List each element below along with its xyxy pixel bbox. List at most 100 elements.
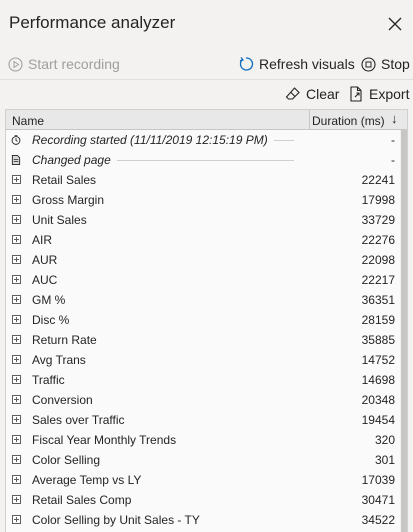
- expand-icon[interactable]: [12, 315, 21, 324]
- table-row[interactable]: Fiscal Year Monthly Trends 320: [6, 430, 407, 450]
- export-icon: [350, 86, 362, 102]
- close-button[interactable]: [384, 13, 406, 35]
- table-row[interactable]: Recording started (11/11/2019 12:15:19 P…: [6, 130, 407, 150]
- sort-descending-icon[interactable]: ↓: [391, 111, 398, 126]
- clear-button[interactable]: Clear: [285, 82, 339, 106]
- page-icon: [11, 155, 21, 165]
- row-name: Color Selling: [32, 453, 101, 467]
- expand-icon[interactable]: [12, 415, 21, 424]
- export-button[interactable]: Export: [349, 82, 409, 106]
- row-name: Average Temp vs LY: [32, 473, 142, 487]
- table-row[interactable]: GM % 36351: [6, 290, 407, 310]
- expand-icon[interactable]: [12, 295, 21, 304]
- expand-icon[interactable]: [12, 475, 21, 484]
- stop-button[interactable]: Stop: [361, 52, 410, 76]
- table-row[interactable]: Retail Sales Comp 30471: [6, 490, 407, 510]
- expand-icon[interactable]: [12, 435, 21, 444]
- row-duration: 17039: [361, 473, 395, 487]
- row-name: AIR: [32, 233, 53, 247]
- expand-icon[interactable]: [12, 395, 21, 404]
- expand-icon[interactable]: [12, 255, 21, 264]
- stop-icon: [361, 56, 376, 72]
- table-row[interactable]: Traffic 14698: [6, 370, 407, 390]
- table-row[interactable]: Color Selling 301: [6, 450, 407, 470]
- row-duration: 22241: [361, 173, 395, 187]
- row-duration: 20348: [361, 393, 395, 407]
- expand-icon[interactable]: [12, 235, 21, 244]
- table-row[interactable]: Changed page -: [6, 150, 407, 170]
- results-toolbar: Clear Export: [0, 82, 413, 106]
- row-name: Avg Trans: [32, 353, 86, 367]
- row-name: Disc %: [32, 313, 70, 327]
- clear-label: Clear: [306, 86, 340, 102]
- export-label: Export: [369, 86, 410, 102]
- panel-header: Performance analyzer: [0, 0, 413, 48]
- row-duration: 22217: [361, 273, 395, 287]
- refresh-visuals-button[interactable]: Refresh visuals: [238, 52, 355, 76]
- row-duration: 19454: [361, 413, 395, 427]
- scrollbar-thumb[interactable]: [401, 130, 407, 532]
- row-duration: 33729: [361, 213, 395, 227]
- stop-label: Stop: [381, 56, 410, 72]
- expand-icon[interactable]: [12, 335, 21, 344]
- row-duration: 22098: [361, 253, 395, 267]
- row-name: Recording started (11/11/2019 12:15:19 P…: [32, 133, 268, 147]
- column-divider[interactable]: [309, 110, 310, 130]
- expand-icon[interactable]: [12, 375, 21, 384]
- table-row[interactable]: Sales over Traffic 19454: [6, 410, 407, 430]
- expand-icon[interactable]: [12, 515, 21, 524]
- table-row[interactable]: Unit Sales 33729: [6, 210, 407, 230]
- row-duration: 14752: [361, 353, 395, 367]
- row-name: Conversion: [32, 393, 93, 407]
- table-row[interactable]: Return Rate 35885: [6, 330, 407, 350]
- refresh-visuals-label: Refresh visuals: [259, 56, 355, 72]
- toolbar-divider: [0, 79, 413, 80]
- table-row[interactable]: Conversion 20348: [6, 390, 407, 410]
- row-name: Changed page: [32, 153, 111, 167]
- expand-icon[interactable]: [12, 215, 21, 224]
- table-row[interactable]: AIR 22276: [6, 230, 407, 250]
- row-name: Unit Sales: [32, 213, 87, 227]
- expand-icon[interactable]: [12, 195, 21, 204]
- row-name: Sales over Traffic: [32, 413, 125, 427]
- row-duration: 34522: [361, 513, 395, 527]
- row-duration: 35885: [361, 333, 395, 347]
- recording-toolbar: Start recording Refresh visuals Stop: [0, 52, 413, 76]
- table-row[interactable]: Average Temp vs LY 17039: [6, 470, 407, 490]
- duration-column-header[interactable]: Duration (ms): [312, 114, 385, 128]
- row-name: GM %: [32, 293, 66, 307]
- row-name: Fiscal Year Monthly Trends: [32, 433, 177, 447]
- row-name: AUC: [32, 273, 58, 287]
- eraser-icon: [285, 87, 300, 100]
- expand-icon[interactable]: [12, 455, 21, 464]
- row-duration: 36351: [361, 293, 395, 307]
- row-name: Retail Sales: [32, 173, 97, 187]
- table-row[interactable]: Retail Sales 22241: [6, 170, 407, 190]
- table-row[interactable]: AUR 22098: [6, 250, 407, 270]
- performance-table: Name Duration (ms) ↓ Recording started (…: [5, 109, 408, 532]
- table-row[interactable]: Disc % 28159: [6, 310, 407, 330]
- table-row[interactable]: AUC 22217: [6, 270, 407, 290]
- row-name: Return Rate: [32, 333, 97, 347]
- name-column-header[interactable]: Name: [12, 114, 44, 128]
- row-name: Retail Sales Comp: [32, 493, 132, 507]
- close-icon: [388, 17, 402, 31]
- table-body: Recording started (11/11/2019 12:15:19 P…: [6, 130, 407, 530]
- expand-icon[interactable]: [12, 275, 21, 284]
- expand-icon[interactable]: [12, 495, 21, 504]
- row-duration: 14698: [361, 373, 395, 387]
- expand-icon[interactable]: [12, 175, 21, 184]
- refresh-icon: [239, 57, 254, 71]
- vertical-scrollbar[interactable]: [400, 130, 407, 532]
- play-circle-icon: [8, 56, 23, 72]
- row-duration: -: [391, 153, 395, 167]
- row-divider-line: [274, 140, 294, 141]
- table-row[interactable]: Gross Margin 17998: [6, 190, 407, 210]
- row-duration: 22276: [361, 233, 395, 247]
- expand-icon[interactable]: [12, 355, 21, 364]
- table-row[interactable]: Color Selling by Unit Sales - TY 34522: [6, 510, 407, 530]
- row-duration: 30471: [361, 493, 395, 507]
- start-recording-button[interactable]: Start recording: [8, 52, 120, 76]
- table-row[interactable]: Avg Trans 14752: [6, 350, 407, 370]
- start-recording-label: Start recording: [28, 56, 120, 72]
